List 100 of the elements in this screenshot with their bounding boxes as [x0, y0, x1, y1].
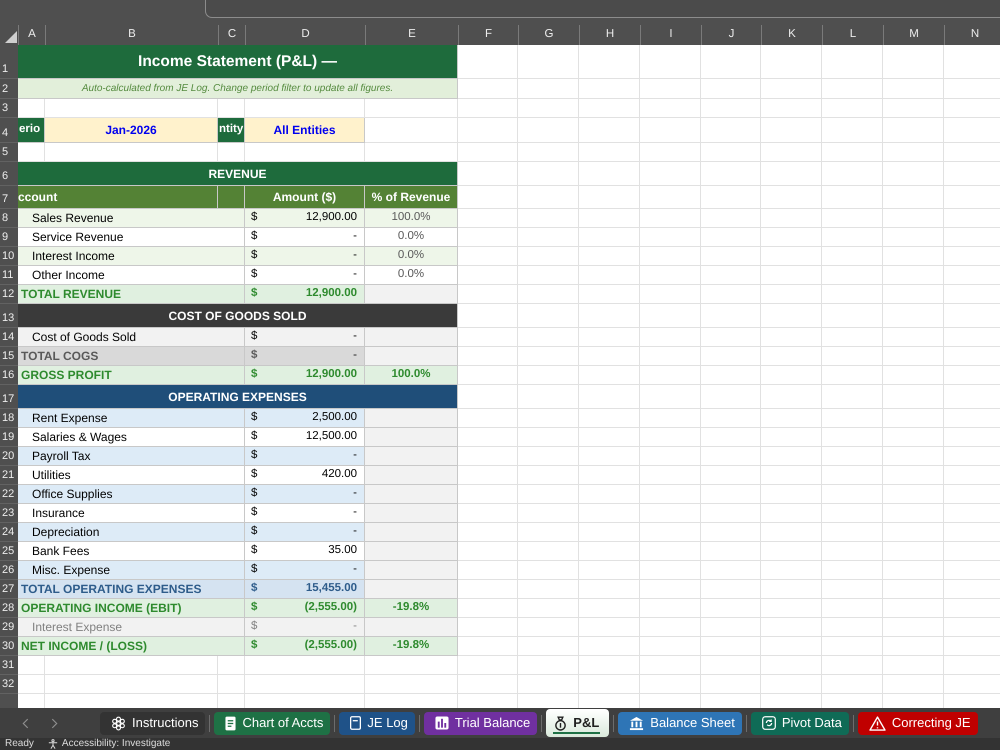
currency-symbol: $	[251, 286, 258, 302]
header-cell	[218, 186, 245, 209]
row-header[interactable]: 2	[0, 79, 18, 99]
amount-value: (2,555.00)	[304, 600, 357, 616]
amount-value: 12,500.00	[306, 429, 357, 444]
row-header[interactable]: 8	[0, 209, 18, 228]
row-header[interactable]: 25	[0, 542, 18, 561]
total-label: TOTAL COGS	[18, 347, 245, 366]
amount-value: 2,500.00	[312, 410, 357, 426]
currency-symbol: $	[251, 210, 258, 226]
currency-symbol: $	[251, 429, 258, 444]
account-name: Other Income	[18, 266, 245, 285]
currency-symbol: $	[251, 581, 258, 596]
account-name: Salaries & Wages	[18, 428, 245, 447]
amount-value: -	[353, 348, 357, 364]
currency-symbol: $	[251, 543, 258, 558]
row-header[interactable]: 21	[0, 466, 18, 485]
account-name: Cost of Goods Sold	[18, 328, 245, 347]
total-label: OPERATING INCOME (EBIT)	[18, 599, 245, 618]
accessibility-status[interactable]: Accessibility: Investigate	[48, 738, 170, 750]
percent-value: 0.0%	[365, 247, 458, 266]
currency-symbol: $	[251, 619, 258, 634]
row-header[interactable]: 27	[0, 580, 18, 599]
currency-symbol: $	[251, 486, 258, 502]
sheet-tab[interactable]: Chart of Accts	[214, 712, 330, 734]
row-header[interactable]: 17	[0, 385, 18, 409]
filter-label: erio	[18, 118, 45, 143]
row-header[interactable]: 10	[0, 247, 18, 266]
row-header[interactable]: 1	[0, 45, 18, 79]
formula-bar[interactable]	[205, 0, 1000, 18]
sheet-tab[interactable]: Correcting JE	[858, 712, 978, 734]
filter-value[interactable]: Jan-2026	[45, 118, 218, 143]
row-header[interactable]: 12	[0, 285, 18, 304]
accessibility-icon	[48, 739, 58, 749]
sheet-tab[interactable]: Instructions	[100, 712, 206, 734]
account-name: Insurance	[18, 504, 245, 523]
amount-value: (2,555.00)	[304, 638, 357, 654]
row-header[interactable]: 14	[0, 328, 18, 347]
currency-symbol: $	[251, 505, 258, 520]
row-header[interactable]: 31	[0, 656, 18, 675]
amount-value: -	[353, 448, 357, 464]
amount-value: -	[353, 505, 357, 520]
currency-symbol: $	[251, 348, 258, 364]
total-label: TOTAL OPERATING EXPENSES	[18, 580, 245, 599]
amount-value: -	[353, 486, 357, 502]
bar-chart-icon	[434, 716, 449, 730]
row-header[interactable]: 26	[0, 561, 18, 580]
row-header[interactable]: 24	[0, 523, 18, 542]
sheet-tab[interactable]: Trial Balance	[424, 712, 538, 734]
percent-value: -19.8%	[365, 637, 458, 656]
row-header[interactable]: 19	[0, 428, 18, 447]
row-header[interactable]: 5	[0, 143, 18, 162]
row-header[interactable]: 11	[0, 266, 18, 285]
status-text: Ready	[5, 738, 34, 750]
total-label: GROSS PROFIT	[18, 366, 245, 385]
currency-symbol: $	[251, 448, 258, 464]
row-header[interactable]: 28	[0, 599, 18, 618]
percent-value: 0.0%	[365, 228, 458, 247]
row-header[interactable]: 22	[0, 485, 18, 504]
account-name: Rent Expense	[18, 409, 245, 428]
sheet-tab[interactable]: Balance Sheet	[618, 712, 742, 734]
chevron-left-icon[interactable]	[22, 718, 29, 728]
amount-value: 12,900.00	[306, 367, 357, 382]
row-header[interactable]: 4	[0, 118, 18, 143]
sheet-tab[interactable]: JE Log	[339, 712, 415, 734]
amount-value: -	[353, 524, 357, 540]
sheet-tab[interactable]: Pivot Data	[750, 712, 849, 734]
medal-icon	[554, 716, 568, 730]
row-header[interactable]: 18	[0, 409, 18, 428]
filter-value[interactable]: All Entities	[245, 118, 365, 143]
column-heading: % of Revenue	[365, 186, 458, 209]
row-header[interactable]: 16	[0, 366, 18, 385]
currency-symbol: $	[251, 367, 258, 382]
currency-symbol: $	[251, 562, 258, 578]
document-icon	[225, 716, 236, 730]
sheet-tab[interactable]: P&L	[546, 709, 610, 737]
row-header[interactable]: 30	[0, 637, 18, 656]
bank-icon	[629, 716, 644, 730]
row-header[interactable]: 29	[0, 618, 18, 637]
row-header[interactable]: 13	[0, 304, 18, 328]
row-header[interactable]: 23	[0, 504, 18, 523]
chevron-right-icon[interactable]	[51, 718, 58, 728]
filter-label: ntity	[218, 118, 245, 143]
currency-symbol: $	[251, 600, 258, 616]
row-header[interactable]: 32	[0, 675, 18, 694]
select-all-icon[interactable]	[5, 31, 17, 43]
amount-value: -	[353, 562, 357, 578]
amount-value: -	[353, 619, 357, 634]
row-header[interactable]: 3	[0, 99, 18, 118]
row-header[interactable]: 6	[0, 162, 18, 186]
row-header[interactable]: 20	[0, 447, 18, 466]
total-label: NET INCOME / (LOSS)	[18, 637, 245, 656]
row-header[interactable]: 9	[0, 228, 18, 247]
row-header[interactable]: 7	[0, 186, 18, 209]
sync-icon	[762, 716, 776, 730]
percent-value: -19.8%	[365, 599, 458, 618]
amount-value: -	[353, 267, 357, 282]
row-header[interactable]: 15	[0, 347, 18, 366]
account-name: Depreciation	[18, 523, 245, 542]
currency-symbol: $	[251, 329, 258, 344]
